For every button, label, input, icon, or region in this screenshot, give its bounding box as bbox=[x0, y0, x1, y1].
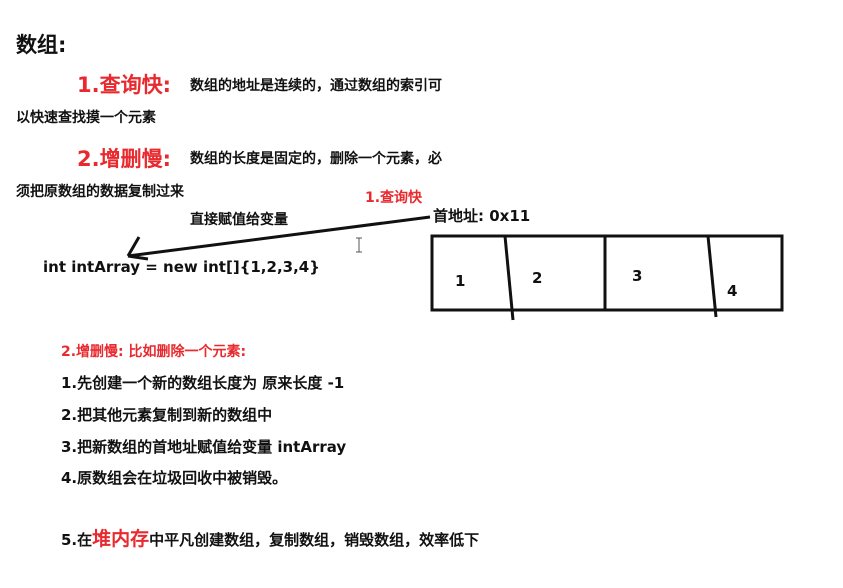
conclusion-prefix: 5.在 bbox=[61, 531, 93, 549]
pointer-arrow-head-upper bbox=[126, 236, 141, 257]
cell-divider-3 bbox=[706, 235, 718, 318]
conclusion-line: 5.在堆内存中平凡创建数组，复制数组，销毁数组，效率低下 bbox=[61, 524, 479, 551]
pointer-arrow-line bbox=[127, 215, 431, 258]
delete-step-2: 2.把其他元素复制到新的数组中 bbox=[61, 406, 273, 424]
array-memory-diagram bbox=[126, 215, 784, 321]
cell-divider-1 bbox=[503, 235, 515, 321]
text-cursor-icon bbox=[356, 237, 362, 253]
array-cell-1: 1 bbox=[455, 272, 466, 290]
array-cell-3: 3 bbox=[632, 267, 643, 285]
array-cell-4: 4 bbox=[727, 282, 738, 300]
pointer-arrow-head-lower bbox=[127, 254, 149, 261]
delete-step-4: 4.原数组会在垃圾回收中被销毁。 bbox=[61, 469, 288, 487]
conclusion-highlight: 堆内存 bbox=[92, 528, 150, 550]
delete-step-3: 3.把新数组的首地址赋值给变量 intArray bbox=[61, 438, 347, 456]
conclusion-suffix: 中平凡创建数组，复制数组，销毁数组，效率低下 bbox=[149, 531, 480, 549]
array-cell-2: 2 bbox=[532, 269, 543, 287]
delete-step-1: 1.先创建一个新的数组长度为 原来长度 -1 bbox=[61, 374, 345, 392]
delete-section-title: 2.增删慢: 比如删除一个元素: bbox=[61, 344, 247, 360]
